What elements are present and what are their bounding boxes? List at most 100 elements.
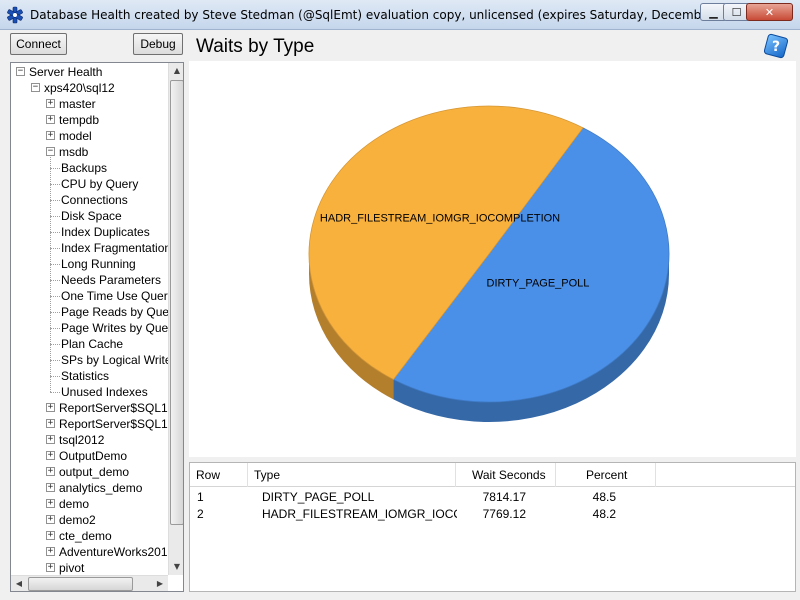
expand-icon[interactable]: + bbox=[46, 403, 55, 412]
row-wait-seconds: 7769.12 bbox=[482, 507, 526, 521]
connect-button[interactable]: Connect bbox=[10, 33, 67, 55]
help-icon[interactable]: ? bbox=[763, 33, 789, 59]
expand-icon[interactable]: + bbox=[46, 419, 55, 428]
tree-connector bbox=[50, 216, 60, 217]
tree-node-tsql2012[interactable]: tsql2012 bbox=[59, 432, 104, 448]
expand-icon[interactable]: + bbox=[46, 451, 55, 460]
tree-node-master[interactable]: master bbox=[59, 96, 96, 112]
row-percent: 48.5 bbox=[592, 490, 616, 504]
debug-button[interactable]: Debug bbox=[133, 33, 183, 55]
tree-connector bbox=[50, 296, 60, 297]
tree-connector bbox=[50, 248, 60, 249]
tree-connector bbox=[50, 376, 60, 377]
tree-node-unused-indexes[interactable]: Unused Indexes bbox=[61, 384, 148, 400]
scroll-up-icon[interactable]: ▲ bbox=[169, 63, 183, 79]
expand-icon[interactable]: + bbox=[46, 515, 55, 524]
hscroll-thumb[interactable] bbox=[28, 577, 133, 591]
tree-node-statistics[interactable]: Statistics bbox=[61, 368, 109, 384]
expand-icon[interactable]: + bbox=[46, 131, 55, 140]
tree-connector bbox=[50, 157, 51, 392]
minimize-icon: ▁ bbox=[709, 5, 718, 19]
tree-node-demo2[interactable]: demo2 bbox=[59, 512, 96, 528]
waits-grid[interactable]: Row Type Wait Seconds Percent 1 DIRTY_PA… bbox=[189, 462, 796, 592]
tree-node-tempdb[interactable]: tempdb bbox=[59, 112, 99, 128]
tree-node-page-reads-by-quer[interactable]: Page Reads by Quer bbox=[61, 304, 168, 320]
tree-connector bbox=[50, 232, 60, 233]
tree-node-model[interactable]: model bbox=[59, 128, 92, 144]
tree-node-disk-space[interactable]: Disk Space bbox=[61, 208, 122, 224]
tree-connector bbox=[50, 184, 60, 185]
tree-horizontal-scrollbar[interactable]: ◀ ▶ bbox=[11, 575, 168, 591]
tree-node-adventureworks2012[interactable]: AdventureWorks2012 bbox=[59, 544, 168, 560]
column-header-row[interactable]: Row bbox=[190, 463, 248, 487]
tree-connector bbox=[50, 312, 60, 313]
scroll-thumb[interactable] bbox=[170, 80, 183, 525]
tree-node-msdb[interactable]: msdb bbox=[59, 144, 88, 160]
tree-node-sps-by-logical-writes[interactable]: SPs by Logical Writes bbox=[61, 352, 168, 368]
tree-node-index-duplicates[interactable]: Index Duplicates bbox=[61, 224, 150, 240]
medical-star-app-icon bbox=[7, 6, 23, 24]
tree-connector bbox=[50, 200, 60, 201]
expand-icon[interactable]: + bbox=[46, 547, 55, 556]
expand-icon[interactable]: + bbox=[46, 435, 55, 444]
tree-node-page-writes-by-quer[interactable]: Page Writes by Quer bbox=[61, 320, 168, 336]
scroll-down-icon[interactable]: ▼ bbox=[169, 559, 183, 575]
close-button[interactable]: ✕ bbox=[746, 3, 793, 21]
expand-icon[interactable]: + bbox=[46, 483, 55, 492]
expand-icon[interactable]: + bbox=[46, 115, 55, 124]
row-type: DIRTY_PAGE_POLL bbox=[262, 490, 375, 504]
tree-node-outputdemo[interactable]: OutputDemo bbox=[59, 448, 127, 464]
expand-icon[interactable]: + bbox=[46, 467, 55, 476]
tree-connector bbox=[50, 392, 60, 393]
tree-node-output-demo[interactable]: output_demo bbox=[59, 464, 129, 480]
collapse-icon[interactable]: − bbox=[16, 67, 25, 76]
column-header-type[interactable]: Type bbox=[248, 463, 456, 487]
tree-node-server-health[interactable]: Server Health bbox=[29, 64, 102, 80]
tree-node-xps420-sql12[interactable]: xps420\sql12 bbox=[44, 80, 115, 96]
tree-vertical-scrollbar[interactable]: ▲ ▼ bbox=[168, 63, 183, 575]
tree-node-demo[interactable]: demo bbox=[59, 496, 89, 512]
tree-node-reportserver-sql12[interactable]: ReportServer$SQL12 bbox=[59, 400, 168, 416]
tree-connector bbox=[50, 360, 60, 361]
expand-icon[interactable]: + bbox=[46, 99, 55, 108]
collapse-icon[interactable]: − bbox=[46, 147, 55, 156]
waits-chart: DIRTY_PAGE_POLL HADR_FILESTREAM_IOMGR_IOC… bbox=[189, 61, 796, 457]
tree-node-long-running[interactable]: Long Running bbox=[61, 256, 136, 272]
tree-node-needs-parameters[interactable]: Needs Parameters bbox=[61, 272, 161, 288]
collapse-icon[interactable]: − bbox=[31, 83, 40, 92]
tree-node-cpu-by-query[interactable]: CPU by Query bbox=[61, 176, 138, 192]
tree-connector bbox=[50, 264, 60, 265]
row-number: 1 bbox=[197, 490, 204, 504]
maximize-icon: ☐ bbox=[731, 5, 742, 19]
pie-chart-svg: DIRTY_PAGE_POLL HADR_FILESTREAM_IOMGR_IOC… bbox=[308, 105, 670, 422]
tree-node-backups[interactable]: Backups bbox=[61, 160, 107, 176]
tree-connector bbox=[50, 344, 60, 345]
svg-text:?: ? bbox=[772, 39, 780, 55]
close-icon: ✕ bbox=[764, 5, 775, 19]
scroll-left-icon[interactable]: ◀ bbox=[11, 576, 27, 591]
row-type: HADR_FILESTREAM_IOMGR_IOCO... bbox=[262, 507, 457, 521]
tree-node-reportserver-sql12te[interactable]: ReportServer$SQL12Te bbox=[59, 416, 168, 432]
row-wait-seconds: 7814.17 bbox=[482, 490, 526, 504]
column-header-percent[interactable]: Percent bbox=[556, 463, 656, 487]
tree-node-analytics-demo[interactable]: analytics_demo bbox=[59, 480, 142, 496]
column-header-wait-seconds[interactable]: Wait Seconds bbox=[456, 463, 556, 487]
server-tree[interactable]: − Server Health − xps420\sql12 + master + tempd… bbox=[10, 62, 184, 592]
tree-node-index-fragmentation[interactable]: Index Fragmentation bbox=[61, 240, 168, 256]
tree-node-pivot[interactable]: pivot bbox=[59, 560, 84, 575]
pie-slice-label: DIRTY_PAGE_POLL bbox=[487, 278, 590, 290]
tree-node-cte-demo[interactable]: cte_demo bbox=[59, 528, 112, 544]
tree-connector bbox=[50, 280, 60, 281]
expand-icon[interactable]: + bbox=[46, 563, 55, 572]
expand-icon[interactable]: + bbox=[46, 531, 55, 540]
page-title: Waits by Type bbox=[196, 36, 315, 57]
expand-icon[interactable]: + bbox=[46, 499, 55, 508]
table-row[interactable]: 2 HADR_FILESTREAM_IOMGR_IOCO... 7769.12 … bbox=[190, 506, 795, 523]
table-row[interactable]: 1 DIRTY_PAGE_POLL 7814.17 48.5 bbox=[190, 489, 795, 506]
tree-node-plan-cache[interactable]: Plan Cache bbox=[61, 336, 123, 352]
tree-connector bbox=[50, 168, 60, 169]
tree-node-one-time-use-querie[interactable]: One Time Use Querie bbox=[61, 288, 168, 304]
pie-slice-label: HADR_FILESTREAM_IOMGR_IOCOMPLETION bbox=[320, 212, 560, 224]
tree-node-connections[interactable]: Connections bbox=[61, 192, 128, 208]
scroll-right-icon[interactable]: ▶ bbox=[152, 576, 168, 591]
